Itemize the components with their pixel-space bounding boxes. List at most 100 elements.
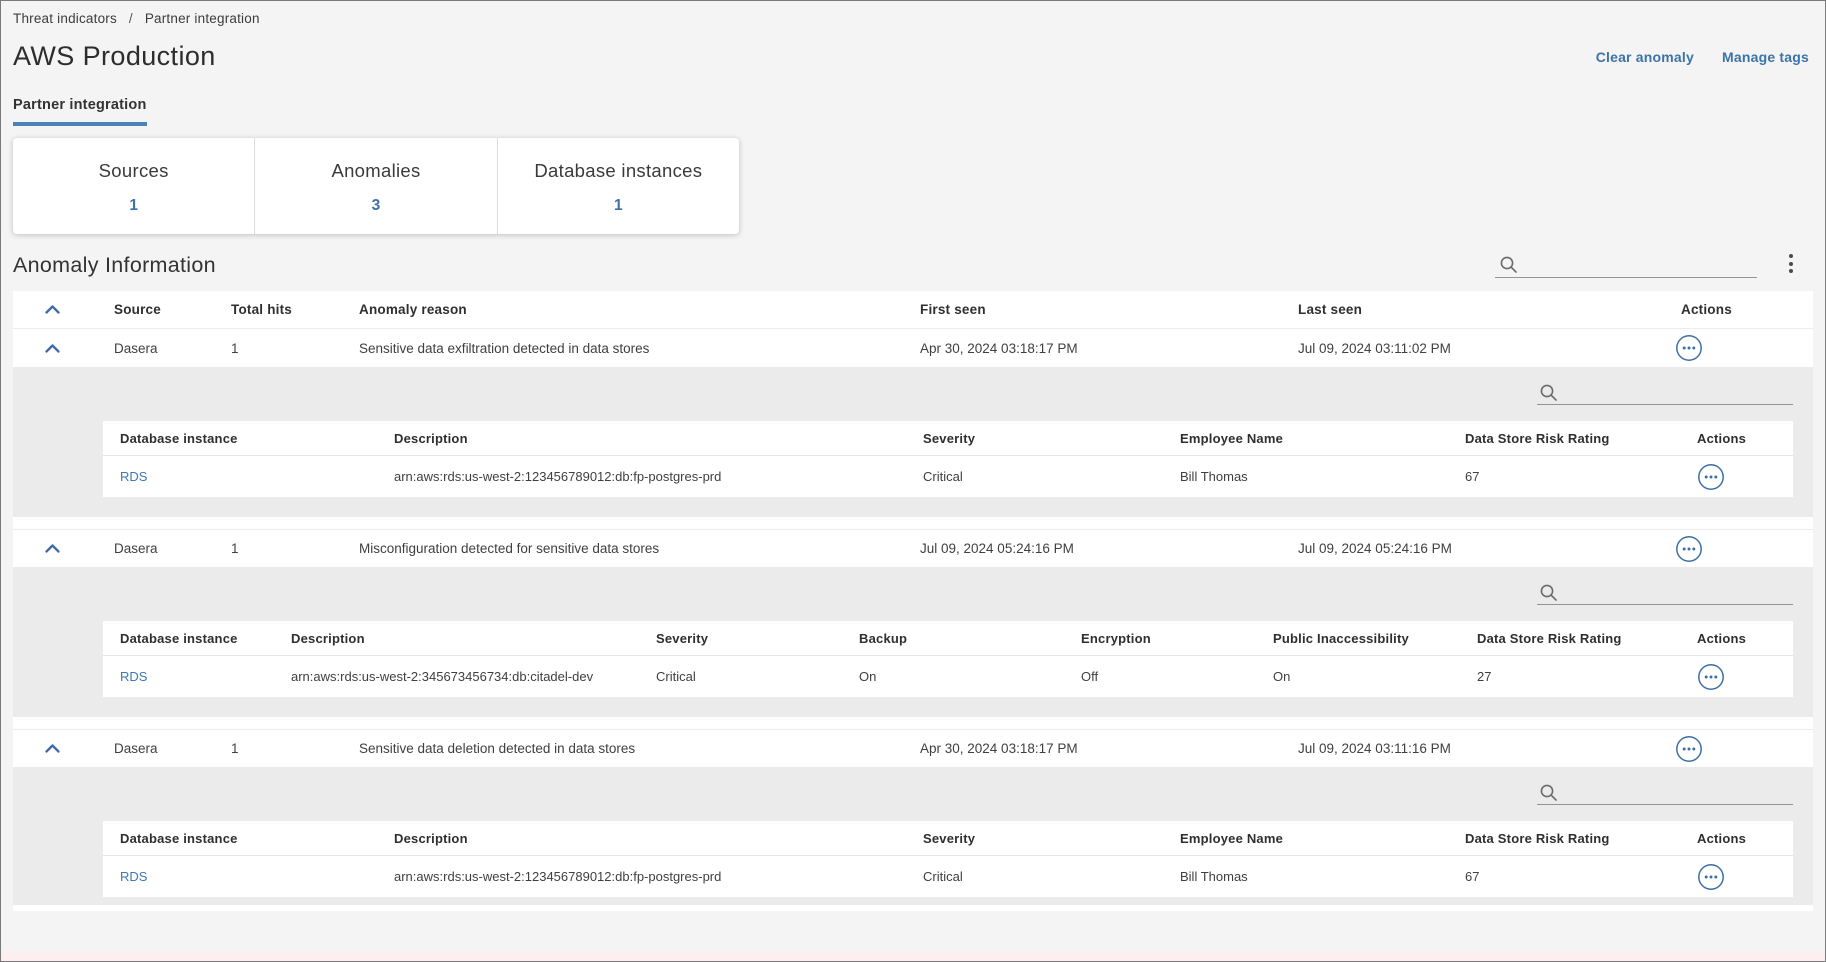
ellipsis-icon bbox=[1697, 863, 1725, 891]
col-actions: Actions bbox=[1697, 631, 1793, 646]
anomaly-detail-panel: Database instance Description Severity E… bbox=[13, 367, 1813, 517]
anomaly-table-header: Source Total hits Anomaly reason First s… bbox=[13, 291, 1813, 329]
row-actions-button[interactable] bbox=[1675, 535, 1703, 563]
breadcrumb-separator: / bbox=[129, 11, 133, 26]
detail-row: RDS arn:aws:rds:us-west-2:123456789012:d… bbox=[103, 856, 1793, 897]
section-title: Anomaly Information bbox=[13, 253, 216, 278]
page: Threat indicators / Partner integration … bbox=[0, 0, 1826, 962]
row-actions-button[interactable] bbox=[1675, 735, 1703, 763]
chevron-up-icon bbox=[44, 543, 61, 554]
cell-description: arn:aws:rds:us-west-2:123456789012:db:fp… bbox=[394, 869, 923, 884]
card-value[interactable]: 1 bbox=[13, 197, 254, 215]
anomaly-search-input[interactable] bbox=[1526, 258, 1757, 274]
col-database-instance: Database instance bbox=[120, 431, 394, 446]
cell-anomaly-reason: Misconfiguration detected for sensitive … bbox=[359, 541, 920, 556]
header-actions: Clear anomaly Manage tags bbox=[1596, 49, 1813, 65]
anomaly-table: Source Total hits Anomaly reason First s… bbox=[13, 291, 1813, 911]
detail-search-input[interactable] bbox=[1566, 787, 1793, 802]
cell-anomaly-reason: Sensitive data exfiltration detected in … bbox=[359, 341, 920, 356]
search-icon bbox=[1539, 783, 1558, 802]
col-actions: Actions bbox=[1668, 302, 1813, 317]
row-actions-button[interactable] bbox=[1697, 863, 1725, 891]
detail-table-header: Database instance Description Severity B… bbox=[103, 621, 1793, 656]
col-employee-name: Employee Name bbox=[1180, 431, 1465, 446]
row-actions-button[interactable] bbox=[1697, 663, 1725, 691]
detail-table: Database instance Description Severity E… bbox=[103, 421, 1793, 497]
col-database-instance: Database instance bbox=[120, 631, 291, 646]
col-description: Description bbox=[394, 831, 923, 846]
cell-severity: Critical bbox=[656, 669, 859, 684]
cell-last-seen: Jul 09, 2024 03:11:16 PM bbox=[1298, 741, 1668, 756]
anomaly-row: Dasera 1 Sensitive data exfiltration det… bbox=[13, 329, 1813, 367]
col-employee-name: Employee Name bbox=[1180, 831, 1465, 846]
col-severity: Severity bbox=[656, 631, 859, 646]
breadcrumb-threat-indicators[interactable]: Threat indicators bbox=[13, 11, 117, 26]
database-instance-link[interactable]: RDS bbox=[120, 869, 147, 884]
card-label: Anomalies bbox=[255, 160, 496, 182]
kebab-menu-button[interactable] bbox=[1783, 252, 1799, 275]
col-risk-rating: Data Store Risk Rating bbox=[1477, 631, 1697, 646]
detail-search-input[interactable] bbox=[1566, 387, 1793, 402]
anomaly-row: Dasera 1 Sensitive data deletion detecte… bbox=[13, 729, 1813, 767]
manage-tags-link[interactable]: Manage tags bbox=[1722, 49, 1809, 65]
cell-risk-rating: 67 bbox=[1465, 869, 1697, 884]
collapse-row-button[interactable] bbox=[13, 543, 114, 554]
detail-table: Database instance Description Severity B… bbox=[103, 621, 1793, 697]
collapse-all-button[interactable] bbox=[13, 304, 114, 315]
col-severity: Severity bbox=[923, 431, 1180, 446]
cell-first-seen: Apr 30, 2024 03:18:17 PM bbox=[920, 341, 1298, 356]
cell-source: Dasera bbox=[114, 541, 231, 556]
row-actions-button[interactable] bbox=[1697, 463, 1725, 491]
database-instance-link[interactable]: RDS bbox=[120, 669, 147, 684]
cell-risk-rating: 67 bbox=[1465, 469, 1697, 484]
ellipsis-icon bbox=[1675, 535, 1703, 563]
cell-source: Dasera bbox=[114, 741, 231, 756]
tab-bar: Partner integration bbox=[13, 96, 1813, 126]
detail-search bbox=[1537, 383, 1793, 405]
detail-row: RDS arn:aws:rds:us-west-2:345673456734:d… bbox=[103, 656, 1793, 697]
detail-search-input[interactable] bbox=[1566, 587, 1793, 602]
search-icon bbox=[1539, 383, 1558, 402]
card-label: Database instances bbox=[498, 160, 739, 182]
cell-total-hits: 1 bbox=[231, 341, 359, 356]
cell-severity: Critical bbox=[923, 469, 1180, 484]
ellipsis-icon bbox=[1697, 463, 1725, 491]
cell-anomaly-reason: Sensitive data deletion detected in data… bbox=[359, 741, 920, 756]
cell-description: arn:aws:rds:us-west-2:123456789012:db:fp… bbox=[394, 469, 923, 484]
page-title: AWS Production bbox=[13, 41, 216, 72]
clear-anomaly-link[interactable]: Clear anomaly bbox=[1596, 49, 1694, 65]
col-risk-rating: Data Store Risk Rating bbox=[1465, 831, 1697, 846]
cell-first-seen: Apr 30, 2024 03:18:17 PM bbox=[920, 741, 1298, 756]
col-anomaly-reason: Anomaly reason bbox=[359, 302, 920, 317]
cell-total-hits: 1 bbox=[231, 741, 359, 756]
col-severity: Severity bbox=[923, 831, 1180, 846]
breadcrumb: Threat indicators / Partner integration bbox=[13, 1, 1813, 26]
summary-card-sources: Sources 1 bbox=[13, 138, 254, 234]
chevron-up-icon bbox=[44, 343, 61, 354]
detail-search bbox=[1537, 783, 1793, 805]
card-value[interactable]: 3 bbox=[255, 197, 496, 215]
collapse-row-button[interactable] bbox=[13, 743, 114, 754]
cell-source: Dasera bbox=[114, 341, 231, 356]
collapse-row-button[interactable] bbox=[13, 343, 114, 354]
tab-partner-integration[interactable]: Partner integration bbox=[13, 97, 147, 126]
cell-risk-rating: 27 bbox=[1477, 669, 1697, 684]
summary-cards: Sources 1 Anomalies 3 Database instances… bbox=[13, 138, 739, 234]
detail-row: RDS arn:aws:rds:us-west-2:123456789012:d… bbox=[103, 456, 1793, 497]
col-source: Source bbox=[114, 302, 231, 317]
col-actions: Actions bbox=[1697, 831, 1793, 846]
vertical-dots-icon bbox=[1789, 254, 1793, 258]
ellipsis-icon bbox=[1675, 735, 1703, 763]
database-instance-link[interactable]: RDS bbox=[120, 469, 147, 484]
ellipsis-icon bbox=[1697, 663, 1725, 691]
cell-public-inaccessibility: On bbox=[1273, 669, 1477, 684]
anomaly-detail-panel: Database instance Description Severity B… bbox=[13, 567, 1813, 717]
card-value[interactable]: 1 bbox=[498, 197, 739, 215]
detail-table-header: Database instance Description Severity E… bbox=[103, 421, 1793, 456]
chevron-up-icon bbox=[44, 304, 61, 315]
anomaly-row: Dasera 1 Misconfiguration detected for s… bbox=[13, 529, 1813, 567]
row-actions-button[interactable] bbox=[1675, 334, 1703, 362]
anomaly-detail-panel: Database instance Description Severity E… bbox=[13, 767, 1813, 905]
breadcrumb-partner-integration: Partner integration bbox=[145, 11, 260, 26]
summary-card-anomalies: Anomalies 3 bbox=[254, 138, 496, 234]
